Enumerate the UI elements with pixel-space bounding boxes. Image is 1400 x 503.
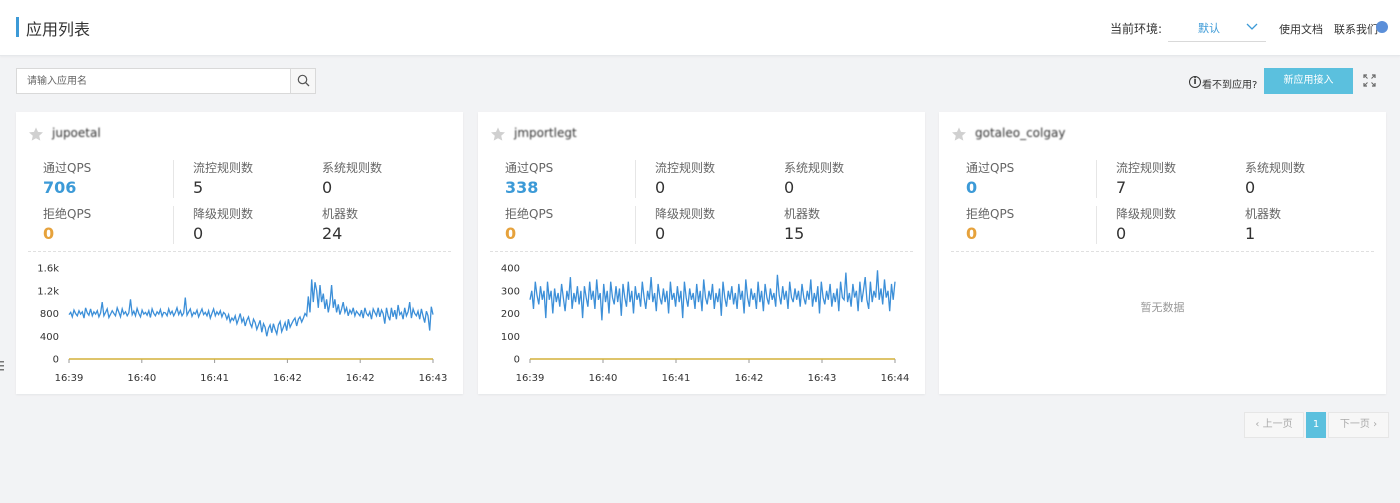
app-card[interactable]: jupoetal 通过QPS 706 流控规则数 5 系统规则数 0 拒绝QPS… xyxy=(16,112,463,394)
x-tick-label: 16:41 xyxy=(200,373,229,384)
x-tick-label: 16:41 xyxy=(662,373,691,384)
y-tick-label: 1.2k xyxy=(37,286,59,297)
new-app-button[interactable]: 新应用接入 xyxy=(1264,68,1353,94)
help-link[interactable]: 看不到应用? xyxy=(1202,76,1257,91)
page-title: 应用列表 xyxy=(26,20,91,39)
prev-page-label: 上一页 xyxy=(1262,419,1293,430)
next-page-label: 下一页 xyxy=(1339,419,1370,430)
system-rules-value: 0 xyxy=(1245,178,1256,197)
pass-qps-value: 0 xyxy=(966,178,978,197)
y-tick-label: 800 xyxy=(40,309,59,320)
pass-qps-series-line xyxy=(529,270,896,321)
docs-link[interactable]: 使用文档 xyxy=(1279,21,1323,37)
degrade-rules-label: 降级规则数 xyxy=(1116,207,1177,221)
prev-page-button[interactable]: ‹ 上一页 xyxy=(1244,412,1304,438)
divider xyxy=(1096,206,1097,244)
y-tick-label: 300 xyxy=(501,286,520,297)
qps-chart: 0 100 200 300 400 16:39 16:40 16:41 16:42 16:43 16… xyxy=(501,264,910,385)
y-tick-label: 400 xyxy=(501,264,520,275)
x-tick-label: 16:42 xyxy=(735,373,764,384)
x-tick-label: 16:42 xyxy=(346,373,375,384)
y-tick-label: 200 xyxy=(501,309,520,320)
x-tick-label: 16:39 xyxy=(516,373,545,384)
pass-qps-label: 通过QPS xyxy=(966,161,1015,175)
x-tick-label: 16:43 xyxy=(808,373,837,384)
env-select-value: 默认 xyxy=(1198,22,1220,35)
chevron-left-icon: ‹ xyxy=(1255,419,1263,430)
search-input[interactable] xyxy=(17,69,291,93)
x-tick-label: 16:42 xyxy=(273,373,302,384)
x-tick-label: 16:43 xyxy=(419,373,448,384)
flow-rules-value: 7 xyxy=(1116,178,1127,197)
pass-qps-series-line xyxy=(68,279,434,337)
x-tick-label: 16:40 xyxy=(589,373,618,384)
next-page-button[interactable]: 下一页 › xyxy=(1328,412,1389,438)
search-box xyxy=(16,68,316,94)
star-icon[interactable] xyxy=(951,126,967,142)
page-number-current[interactable]: 1 xyxy=(1306,412,1326,438)
qps-chart: 0 400 800 1.2k 1.6k 16:39 16:40 16:41 16:42 16:42… xyxy=(37,264,448,385)
y-tick-label: 1.6k xyxy=(37,264,59,275)
degrade-rules-value: 0 xyxy=(1116,224,1127,243)
page-header: 应用列表 当前环境: 默认 使用文档 联系我们 xyxy=(0,0,1400,56)
chevron-down-icon xyxy=(1246,23,1258,30)
divider xyxy=(951,251,1374,252)
chevron-right-icon: › xyxy=(1369,419,1378,430)
search-button[interactable] xyxy=(290,69,315,93)
title-accent-bar xyxy=(16,17,19,37)
divider xyxy=(1096,160,1097,198)
app-card[interactable]: gotaleo_colgay 通过QPS 0 流控规则数 7 系统规则数 0 拒… xyxy=(939,112,1386,394)
app-card[interactable]: jmportlegt 通过QPS 338 流控规则数 0 系统规则数 0 拒绝Q… xyxy=(478,112,925,394)
machines-value[interactable]: 1 xyxy=(1245,224,1255,243)
env-label: 当前环境: xyxy=(1110,22,1163,36)
fullscreen-icon[interactable] xyxy=(1363,74,1376,87)
y-tick-label: 400 xyxy=(40,332,59,343)
env-select[interactable]: 默认 xyxy=(1168,14,1266,42)
y-tick-label: 100 xyxy=(501,332,520,343)
system-rules-label: 系统规则数 xyxy=(1245,161,1306,175)
y-tick-label: 0 xyxy=(53,355,59,366)
app-name[interactable]: gotaleo_colgay xyxy=(975,126,1065,140)
x-tick-label: 16:39 xyxy=(55,373,84,384)
contact-link[interactable]: 联系我们 xyxy=(1334,21,1378,37)
help-icon[interactable]: i xyxy=(1189,76,1201,88)
x-tick-label: 16:44 xyxy=(881,373,910,384)
x-tick-label: 16:40 xyxy=(127,373,156,384)
contact-icon[interactable] xyxy=(1376,21,1388,33)
flow-rules-label: 流控规则数 xyxy=(1116,161,1177,175)
block-qps-value: 0 xyxy=(966,224,978,243)
block-qps-label: 拒绝QPS xyxy=(966,207,1015,221)
menu-icon[interactable] xyxy=(0,360,4,372)
y-tick-label: 0 xyxy=(514,355,520,366)
search-icon xyxy=(297,74,310,87)
no-data-text: 暂无数据 xyxy=(1140,301,1185,314)
machines-label: 机器数 xyxy=(1245,207,1282,221)
